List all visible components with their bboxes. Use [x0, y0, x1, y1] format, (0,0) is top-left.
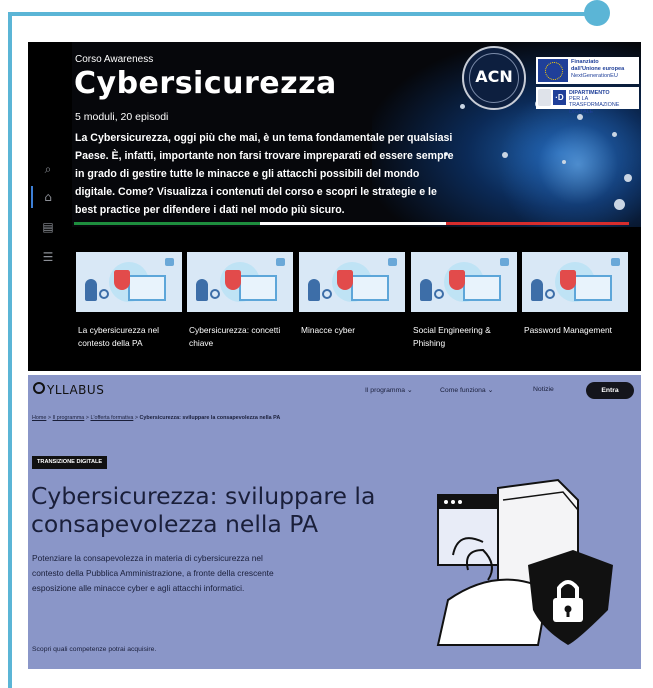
- home-icon[interactable]: ⌂: [41, 190, 55, 204]
- nav-notizie[interactable]: Notizie: [533, 386, 554, 393]
- page-title: Cybersicurezza: sviluppare la consapevol…: [31, 482, 376, 538]
- gear-icon: [322, 289, 332, 299]
- eu-line-3: NextGenerationEU: [571, 72, 618, 79]
- lock-icon: [165, 258, 174, 266]
- page-description: Potenziare la consapevolezza in materia …: [32, 553, 274, 593]
- lock-icon: [500, 258, 509, 266]
- decorative-frame-left: [8, 12, 12, 688]
- person-icon: [531, 279, 543, 301]
- syllabus-screenshot: YLLABUS Il programma ⌄ Come funziona ⌄ N…: [28, 375, 641, 669]
- italian-flag-stripe-white: [260, 222, 446, 225]
- decorative-dot: [502, 152, 508, 158]
- course-description: La Cybersicurezza, oggi più che mai, è u…: [75, 132, 454, 216]
- person-icon: [196, 279, 208, 301]
- lock-icon: [611, 258, 620, 266]
- gear-icon: [434, 289, 444, 299]
- decorative-dot: [614, 199, 625, 210]
- enter-button[interactable]: Entra: [586, 382, 634, 399]
- dtd-line-3: DIGITALE: [569, 108, 594, 115]
- decorative-dot: [612, 132, 617, 137]
- republic-emblem-icon: [538, 89, 551, 106]
- module-title: Minacce cyber: [301, 325, 355, 335]
- breadcrumb: Home > Il programma > L'offerta formativ…: [32, 415, 281, 421]
- module-thumbnail: [187, 252, 293, 312]
- dtd-line-2: PER LA TRASFORMAZIONE: [569, 96, 620, 109]
- shield-icon: [449, 270, 465, 290]
- person-icon: [308, 279, 320, 301]
- eu-funding-logo: Finanziato dall'Unione europea NextGener…: [536, 57, 639, 84]
- shield-icon: [114, 270, 130, 290]
- shield-icon: [225, 270, 241, 290]
- decorative-dot: [460, 104, 465, 109]
- course-kicker: Corso Awareness: [75, 54, 154, 65]
- skills-link[interactable]: Scopri quali competenze potrai acquisire…: [32, 646, 156, 653]
- eu-flag-icon: [538, 59, 568, 82]
- acn-logo-text: ACN: [475, 67, 513, 86]
- gear-icon: [210, 289, 220, 299]
- breadcrumb-offerta[interactable]: L'offerta formativa: [90, 415, 133, 421]
- italian-flag-stripe-red: [446, 222, 629, 225]
- acn-logo: ACN: [462, 46, 526, 110]
- nav-come-funziona[interactable]: Come funziona ⌄: [440, 386, 493, 394]
- menu-icon[interactable]: ☰: [41, 250, 55, 264]
- security-illustration: [436, 478, 613, 646]
- decorative-dot: [562, 160, 566, 164]
- search-icon[interactable]: ⌕: [41, 162, 55, 176]
- decorative-frame-top: [8, 12, 600, 16]
- department-logo: ·D DIPARTIMENTO PER LA TRASFORMAZIONE DI…: [536, 87, 639, 115]
- side-navigation-rail: ⌕ ⌂ ▤ ☰: [28, 42, 72, 371]
- syllabus-logo-icon[interactable]: [33, 382, 45, 394]
- person-icon: [420, 279, 432, 301]
- module-title: Cybersicurezza: concetti chiave: [189, 325, 281, 348]
- person-icon: [85, 279, 97, 301]
- breadcrumb-programma[interactable]: Il programma: [53, 415, 85, 421]
- gear-icon: [545, 289, 555, 299]
- gear-icon: [99, 289, 109, 299]
- decorative-dot: [577, 114, 583, 120]
- syllabus-logo[interactable]: YLLABUS: [47, 383, 104, 397]
- lock-icon: [276, 258, 285, 266]
- course-screenshot: ⌕ ⌂ ▤ ☰ Corso Awareness Cybersicurezza 5…: [28, 42, 641, 371]
- eu-line-1: Finanziato: [571, 59, 599, 65]
- module-thumbnail: [76, 252, 182, 312]
- lock-icon: [388, 258, 397, 266]
- breadcrumb-home[interactable]: Home: [32, 415, 46, 421]
- shield-icon: [337, 270, 353, 290]
- module-title: La cybersicurezza nel contesto della PA: [78, 325, 159, 348]
- category-tag: TRANSIZIONE DIGITALE: [32, 456, 108, 469]
- italian-flag-stripe-green: [74, 222, 260, 225]
- module-thumbnail: [299, 252, 405, 312]
- decorative-dot: [624, 174, 632, 182]
- active-indicator: [31, 186, 33, 208]
- module-title: Password Management: [524, 325, 612, 335]
- nav-programma[interactable]: Il programma ⌄: [365, 386, 413, 394]
- department-mark: ·D: [553, 90, 566, 105]
- eu-line-2: dall'Unione europea: [571, 65, 625, 72]
- shield-icon: [560, 270, 576, 290]
- module-thumbnail: [522, 252, 628, 312]
- catalog-icon[interactable]: ▤: [41, 220, 55, 234]
- course-meta: 5 moduli, 20 episodi: [75, 111, 169, 123]
- breadcrumb-current: Cybersicurezza: sviluppare la consapevol…: [139, 415, 281, 421]
- decorative-frame-dot: [584, 0, 610, 26]
- module-thumbnail: [411, 252, 517, 312]
- module-title: Social Engineering & Phishing: [413, 325, 491, 348]
- course-title: Cybersicurezza: [74, 66, 337, 101]
